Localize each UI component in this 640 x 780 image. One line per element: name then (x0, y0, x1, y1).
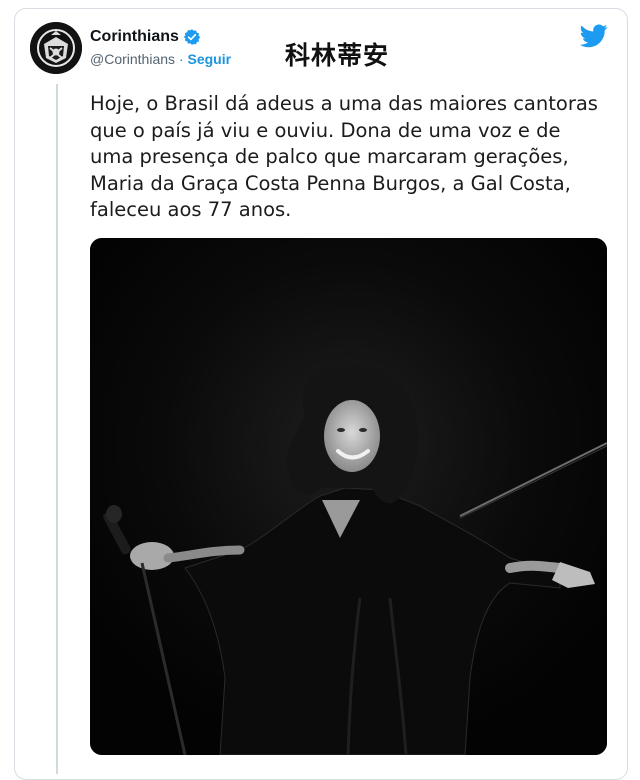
tweet-text-line: uma presença de palco que marcaram geraç… (90, 145, 569, 168)
display-name[interactable]: Corinthians (90, 28, 179, 46)
verified-badge-icon (183, 29, 201, 45)
display-name-row[interactable]: Corinthians (90, 28, 201, 46)
corinthians-crest-icon (30, 22, 82, 74)
handle-separator: · (175, 51, 188, 67)
tweet-text-line: Hoje, o Brasil dá adeus a uma das maiore… (90, 92, 598, 115)
tweet-text-line: Maria da Graça Costa Penna Burgos, a Gal… (90, 171, 571, 195)
singer-on-stage-image (90, 238, 607, 755)
account-handle[interactable]: @Corinthians (90, 51, 175, 67)
avatar[interactable] (30, 22, 82, 74)
twitter-bird-icon[interactable] (580, 24, 608, 48)
screenshot-frame: Corinthians @Corinthians · Seguir 科林蒂安 H… (0, 0, 640, 780)
tweet-text-line: faleceu aos 77 anos. (90, 198, 292, 221)
follow-button[interactable]: Seguir (187, 51, 231, 67)
tweet-text-line: que o país já viu e ouviu. Dona de uma v… (90, 118, 561, 142)
thread-line (56, 84, 58, 774)
handle-row: @Corinthians · Seguir (90, 51, 231, 67)
tweet-text: Hoje, o Brasil dá adeus a uma das maiore… (90, 91, 610, 224)
watermark-text: 科林蒂安 (285, 41, 390, 70)
tweet-photo[interactable] (90, 238, 607, 755)
